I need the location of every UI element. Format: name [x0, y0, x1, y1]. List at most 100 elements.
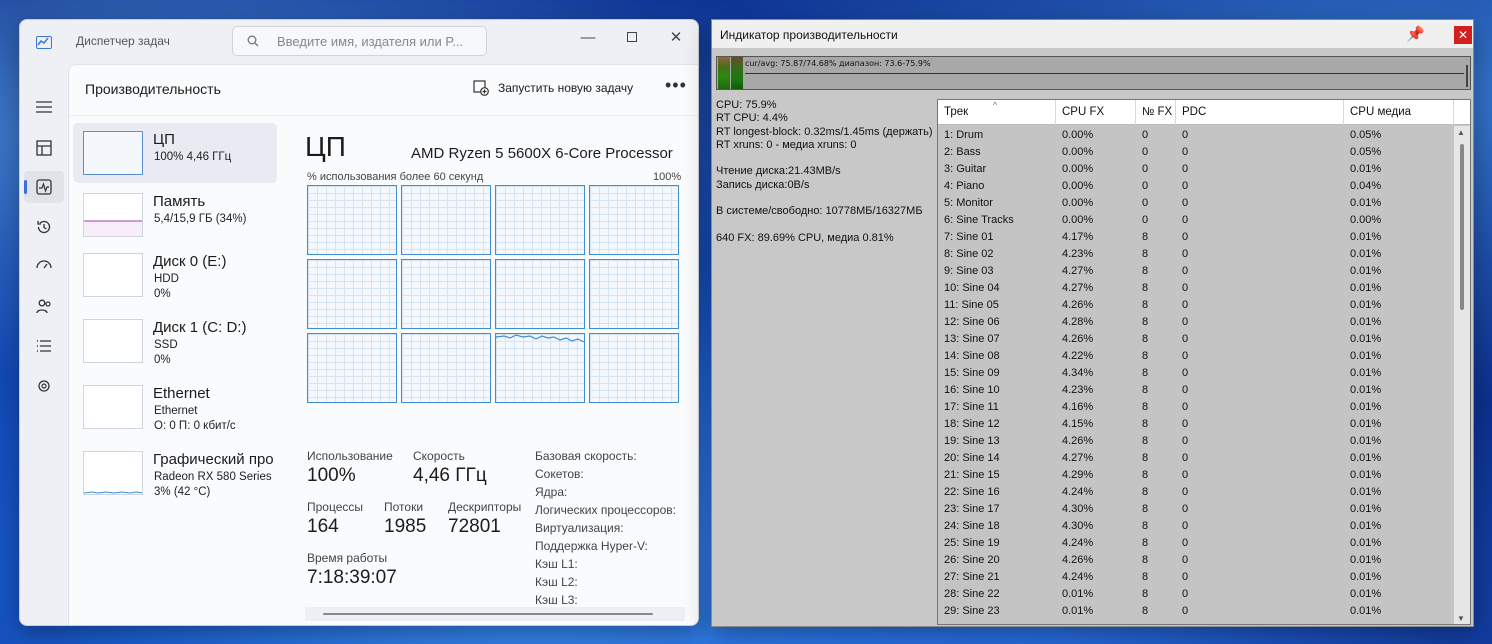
resource-usage: 3% (42 °C) — [154, 486, 211, 498]
horizontal-scrollbar[interactable] — [305, 607, 685, 621]
usage-value: 100% — [307, 465, 356, 486]
table-cell: 0.05% — [1350, 146, 1382, 158]
nav-app-history[interactable] — [24, 211, 64, 243]
table-cell: 0.01% — [1350, 418, 1382, 430]
resource-item-ethernet[interactable]: Ethernet Ethernet О: 0 П: 0 кбит/с — [73, 377, 277, 437]
table-cell: 0.00% — [1062, 129, 1094, 141]
scroll-thumb[interactable] — [1460, 144, 1464, 310]
page-title: Производительность — [85, 81, 221, 97]
table-cell: 0 — [1182, 333, 1189, 345]
table-row[interactable]: 27: Sine 21 4.24% 8 0 0.01% — [938, 570, 1452, 587]
resource-item-memory[interactable]: Память 5,4/15,9 ГБ (34%) — [73, 185, 277, 245]
resource-name: Память — [153, 193, 206, 210]
more-options-button[interactable]: ••• — [665, 75, 687, 96]
table-row[interactable]: 16: Sine 10 4.23% 8 0 0.01% — [938, 383, 1452, 400]
resource-item-cpu[interactable]: ЦП 100% 4,46 ГГц — [73, 123, 277, 183]
nav-performance[interactable] — [24, 171, 64, 203]
table-row[interactable]: 24: Sine 18 4.30% 8 0 0.01% — [938, 519, 1452, 536]
table-row[interactable]: 6: Sine Tracks 0.00% 0 0 0.00% — [938, 213, 1452, 230]
table-row[interactable]: 12: Sine 06 4.28% 8 0 0.01% — [938, 315, 1452, 332]
table-cell: 4.23% — [1062, 248, 1094, 260]
nav-startup-apps[interactable] — [24, 250, 64, 282]
column-header-fx-count[interactable]: № FX — [1136, 100, 1176, 125]
table-cell: 4.24% — [1062, 571, 1094, 583]
pin-icon[interactable]: 📌 — [1406, 25, 1425, 43]
table-cell: 15: Sine 09 — [944, 367, 1000, 379]
table-cell: 0 — [1142, 146, 1149, 158]
close-button[interactable]: ✕ — [654, 24, 698, 52]
table-row[interactable]: 4: Piano 0.00% 0 0 0.04% — [938, 179, 1452, 196]
table-cell: 0 — [1182, 435, 1189, 447]
table-row[interactable]: 7: Sine 01 4.17% 8 0 0.01% — [938, 230, 1452, 247]
table-row[interactable]: 9: Sine 03 4.27% 8 0 0.01% — [938, 264, 1452, 281]
table-cell: 0.01% — [1350, 333, 1382, 345]
table-row[interactable]: 15: Sine 09 4.34% 8 0 0.01% — [938, 366, 1452, 383]
column-header-track[interactable]: Трек ^ — [938, 100, 1056, 125]
column-header-cpu-media[interactable]: CPU медиа — [1344, 100, 1454, 125]
ethernet-thumbnail — [83, 385, 143, 429]
table-row[interactable]: 21: Sine 15 4.29% 8 0 0.01% — [938, 468, 1452, 485]
search-box[interactable] — [232, 26, 487, 56]
nav-services[interactable] — [24, 370, 64, 402]
table-cell: 8 — [1142, 588, 1149, 600]
table-row[interactable]: 8: Sine 02 4.23% 8 0 0.01% — [938, 247, 1452, 264]
table-row[interactable]: 18: Sine 12 4.15% 8 0 0.01% — [938, 417, 1452, 434]
title-bar[interactable]: Диспетчер задач — ✕ — [20, 20, 698, 64]
nav-users[interactable] — [24, 290, 64, 322]
table-cell: 0 — [1182, 452, 1189, 464]
table-row[interactable]: 5: Monitor 0.00% 0 0 0.01% — [938, 196, 1452, 213]
table-cell: 4.17% — [1062, 231, 1094, 243]
table-row[interactable]: 28: Sine 22 0.01% 8 0 0.01% — [938, 587, 1452, 604]
pm-title-bar[interactable]: Индикатор производительности 📌 ✕ — [712, 20, 1473, 48]
table-cell: 4.29% — [1062, 469, 1094, 481]
table-row[interactable]: 25: Sine 19 4.24% 8 0 0.01% — [938, 536, 1452, 553]
table-row[interactable]: 13: Sine 07 4.26% 8 0 0.01% — [938, 332, 1452, 349]
processes-label: Процессы — [307, 500, 364, 514]
table-row[interactable]: 17: Sine 11 4.16% 8 0 0.01% — [938, 400, 1452, 417]
column-header-cpu-fx[interactable]: CPU FX — [1056, 100, 1136, 125]
resource-item-disk1[interactable]: Диск 1 (C: D:) SSD 0% — [73, 311, 277, 371]
speed-value: 4,46 ГГц — [413, 465, 487, 486]
resource-detail: Radeon RX 580 Series — [154, 471, 272, 483]
resource-item-disk0[interactable]: Диск 0 (E:) HDD 0% — [73, 245, 277, 305]
table-row[interactable]: 10: Sine 04 4.27% 8 0 0.01% — [938, 281, 1452, 298]
table-cell: 0.01% — [1350, 282, 1382, 294]
table-row[interactable]: 26: Sine 20 4.26% 8 0 0.01% — [938, 553, 1452, 570]
table-row[interactable]: 20: Sine 14 4.27% 8 0 0.01% — [938, 451, 1452, 468]
table-row[interactable]: 3: Guitar 0.00% 0 0 0.01% — [938, 162, 1452, 179]
cores-label: Ядра: — [535, 485, 568, 499]
scroll-down-icon[interactable]: ▼ — [1457, 614, 1465, 623]
hamburger-menu-button[interactable] — [24, 92, 64, 124]
table-row[interactable]: 11: Sine 05 4.26% 8 0 0.01% — [938, 298, 1452, 315]
core-graph — [495, 185, 585, 255]
pm-close-button[interactable]: ✕ — [1454, 26, 1472, 44]
table-row[interactable]: 2: Bass 0.00% 0 0 0.05% — [938, 145, 1452, 162]
task-manager-app-icon — [36, 36, 52, 49]
table-row[interactable]: 14: Sine 08 4.22% 8 0 0.01% — [938, 349, 1452, 366]
scroll-up-icon[interactable]: ▲ — [1457, 128, 1465, 137]
table-row[interactable]: 22: Sine 16 4.24% 8 0 0.01% — [938, 485, 1452, 502]
search-input[interactable] — [277, 34, 477, 49]
table-row[interactable]: 1: Drum 0.00% 0 0 0.05% — [938, 128, 1452, 145]
table-cell: 11: Sine 05 — [944, 299, 999, 311]
table-row[interactable]: 29: Sine 23 0.01% 8 0 0.01% — [938, 604, 1452, 621]
table-row[interactable]: 19: Sine 13 4.26% 8 0 0.01% — [938, 434, 1452, 451]
cpu-heading: ЦП — [305, 131, 346, 162]
maximize-button[interactable] — [610, 24, 654, 52]
nav-processes[interactable] — [24, 132, 64, 164]
table-row[interactable]: 23: Sine 17 4.30% 8 0 0.01% — [938, 502, 1452, 519]
memory-line: В системе/свободно: 10778МБ/16327МБ — [716, 205, 923, 218]
table-cell: 0.00% — [1062, 214, 1094, 226]
resource-item-gpu[interactable]: Графический про Radeon RX 580 Series 3% … — [73, 443, 277, 503]
disk-read-line: Чтение диска:21.43MB/s — [716, 165, 841, 178]
column-header-pdc[interactable]: PDC — [1176, 100, 1344, 125]
l2-cache-label: Кэш L2: — [535, 575, 578, 589]
vertical-scrollbar[interactable]: ▲ ▼ — [1454, 126, 1470, 624]
table-cell: 0 — [1182, 401, 1189, 413]
nav-details[interactable] — [24, 330, 64, 362]
cpu-history-graph: cur/avg: 75.87/74.68% диапазон: 73.6-75.… — [716, 56, 1471, 90]
minimize-button[interactable]: — — [566, 24, 610, 52]
table-cell: 0 — [1142, 129, 1149, 141]
table-cell: 4.26% — [1062, 435, 1094, 447]
sockets-label: Сокетов: — [535, 467, 584, 481]
